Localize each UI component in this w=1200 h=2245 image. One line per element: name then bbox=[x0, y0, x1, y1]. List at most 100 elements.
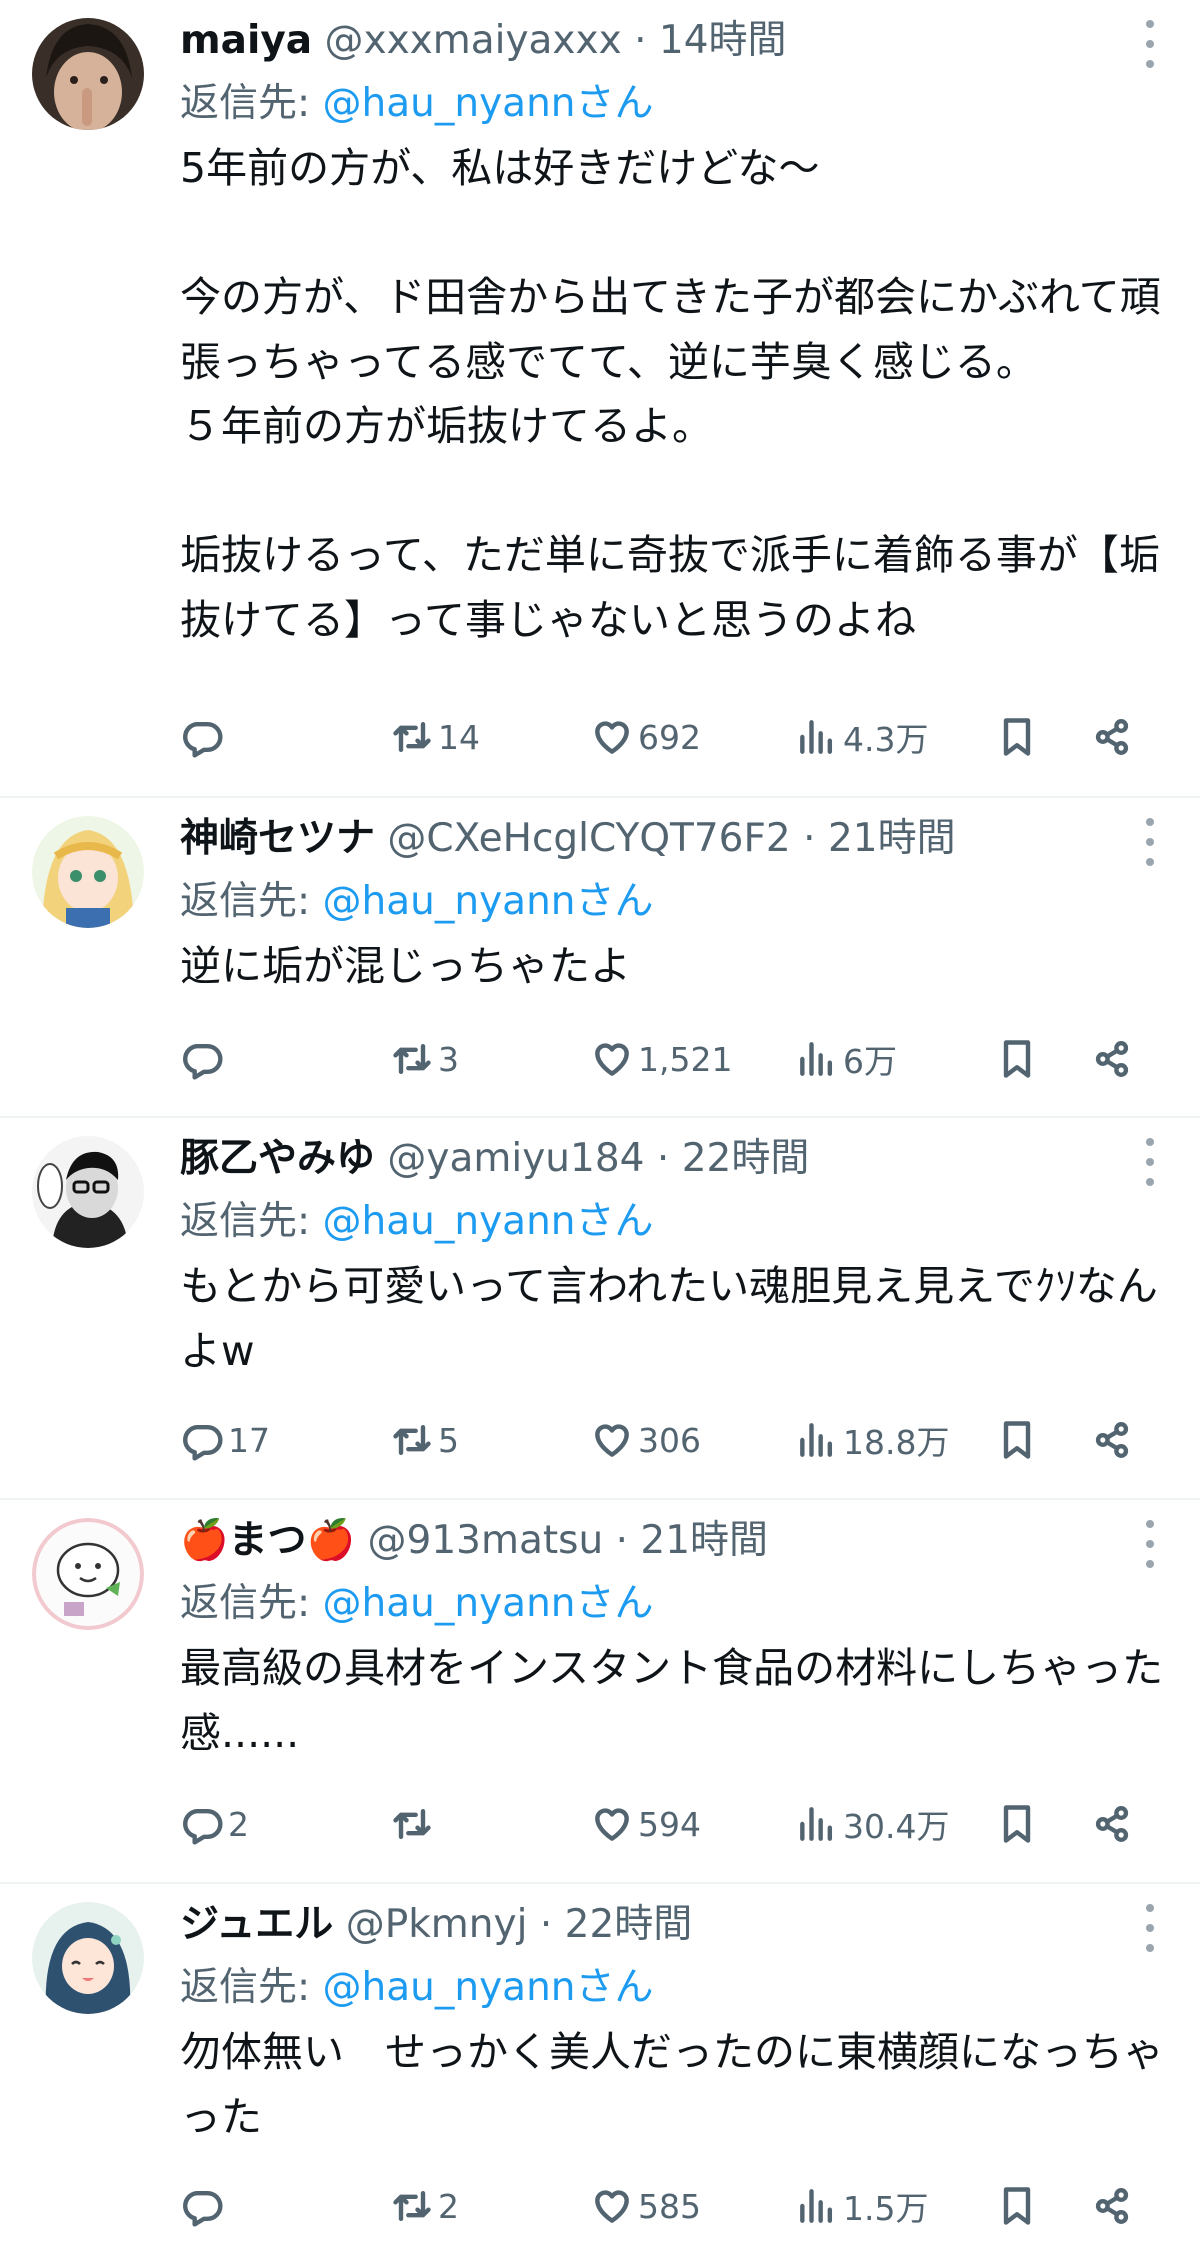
like-button[interactable]: 594 bbox=[590, 1794, 701, 1854]
bookmark-button[interactable] bbox=[995, 707, 1039, 767]
reply-to-link[interactable]: @hau_nyannさん bbox=[323, 1581, 654, 1626]
action-bar: 2 594 30.4万 bbox=[180, 1794, 1150, 1854]
views-button[interactable]: 18.8万 bbox=[795, 1410, 949, 1470]
tweet-header: 🍎まつ🍎 @913matsu · 21時間 bbox=[180, 1510, 768, 1572]
reply-tweet[interactable]: 豚乙やみゆ @yamiyu184 · 22時間 返信先: @hau_nyannさ… bbox=[0, 1118, 1200, 1500]
views-button[interactable]: 1.5万 bbox=[795, 2176, 928, 2236]
avatar-image bbox=[32, 816, 144, 928]
retweet-arrows-icon bbox=[393, 2190, 431, 2222]
views-button[interactable]: 6万 bbox=[795, 1029, 897, 1089]
retweet-count: 5 bbox=[438, 1420, 459, 1460]
reply-to-link[interactable]: @hau_nyannさん bbox=[323, 1965, 654, 2010]
avatar[interactable] bbox=[32, 1902, 144, 2014]
display-name[interactable]: 神崎セツナ bbox=[180, 816, 375, 861]
retweet-arrows-icon bbox=[393, 1424, 431, 1456]
view-count: 6万 bbox=[843, 1042, 897, 1081]
speech-bubble-icon bbox=[183, 1424, 223, 1461]
action-bar: 17 5 306 18.8万 bbox=[180, 1410, 1150, 1470]
retweet-button[interactable]: 5 bbox=[390, 1410, 459, 1470]
like-count: 692 bbox=[638, 717, 701, 757]
user-handle[interactable]: @913matsu bbox=[368, 1518, 604, 1563]
retweet-count: 2 bbox=[438, 2186, 459, 2226]
bookmark-button[interactable] bbox=[995, 2176, 1039, 2236]
heart-outline-icon bbox=[595, 2190, 629, 2223]
share-button[interactable] bbox=[1090, 1794, 1134, 1854]
retweet-button[interactable] bbox=[390, 1794, 438, 1854]
reply-to-link[interactable]: @hau_nyannさん bbox=[323, 1199, 654, 1244]
bar-chart-icon bbox=[800, 1042, 833, 1076]
speech-bubble-icon bbox=[183, 1808, 223, 1845]
share-button[interactable] bbox=[1090, 1410, 1134, 1470]
more-options-button[interactable] bbox=[1140, 818, 1160, 866]
view-count: 18.8万 bbox=[843, 1423, 950, 1462]
like-button[interactable]: 585 bbox=[590, 2176, 701, 2236]
bookmark-button[interactable] bbox=[995, 1029, 1039, 1089]
timestamp[interactable]: 22時間 bbox=[565, 1902, 693, 1947]
reply-tweet[interactable]: ジュエル @Pkmnyj · 22時間 返信先: @hau_nyannさん 勿体… bbox=[0, 1884, 1200, 2245]
share-button[interactable] bbox=[1090, 2176, 1134, 2236]
reply-tweet[interactable]: maiya @xxxmaiyaxxx · 14時間 返信先: @hau_nyan… bbox=[0, 0, 1200, 798]
user-handle[interactable]: @CXeHcglCYQT76F2 bbox=[387, 816, 790, 861]
heart-outline-icon bbox=[595, 1043, 629, 1076]
speech-bubble-icon bbox=[183, 1043, 223, 1080]
heart-outline-icon bbox=[595, 721, 629, 754]
like-button[interactable]: 692 bbox=[590, 707, 701, 767]
like-count: 306 bbox=[638, 1420, 701, 1460]
more-options-button[interactable] bbox=[1140, 1520, 1160, 1568]
more-options-button[interactable] bbox=[1140, 1904, 1160, 1952]
reply-button[interactable] bbox=[180, 2176, 228, 2236]
tweet-header: 神崎セツナ @CXeHcglCYQT76F2 · 21時間 bbox=[180, 808, 956, 870]
timestamp[interactable]: 21時間 bbox=[828, 816, 956, 861]
tweet-header: 豚乙やみゆ @yamiyu184 · 22時間 bbox=[180, 1128, 809, 1190]
display-name[interactable]: ジュエル bbox=[180, 1902, 333, 1947]
reply-to-line: 返信先: @hau_nyannさん bbox=[180, 1190, 654, 1254]
display-name[interactable]: 豚乙やみゆ bbox=[180, 1136, 375, 1181]
separator-dot: · bbox=[803, 816, 816, 861]
user-handle[interactable]: @Pkmnyj bbox=[346, 1902, 528, 1947]
reply-prefix: 返信先: bbox=[180, 1965, 323, 2010]
bookmark-button[interactable] bbox=[995, 1794, 1039, 1854]
timestamp[interactable]: 22時間 bbox=[682, 1136, 810, 1181]
reply-tweet[interactable]: 神崎セツナ @CXeHcglCYQT76F2 · 21時間 返信先: @hau_… bbox=[0, 798, 1200, 1118]
display-name[interactable]: 🍎まつ🍎 bbox=[180, 1518, 355, 1563]
views-button[interactable]: 4.3万 bbox=[795, 707, 928, 767]
retweet-button[interactable]: 2 bbox=[390, 2176, 459, 2236]
reply-button[interactable]: 2 bbox=[180, 1794, 249, 1854]
bar-chart-icon bbox=[800, 1807, 833, 1841]
avatar[interactable] bbox=[32, 18, 144, 130]
share-button[interactable] bbox=[1090, 707, 1134, 767]
avatar[interactable] bbox=[32, 1136, 144, 1248]
separator-dot: · bbox=[539, 1902, 553, 1947]
more-options-button[interactable] bbox=[1140, 1138, 1160, 1186]
view-count: 4.3万 bbox=[843, 720, 929, 759]
reply-button[interactable] bbox=[180, 1029, 228, 1089]
reply-button[interactable] bbox=[180, 707, 228, 767]
reply-to-link[interactable]: @hau_nyannさん bbox=[323, 81, 654, 126]
retweet-button[interactable]: 3 bbox=[390, 1029, 459, 1089]
user-handle[interactable]: @xxxmaiyaxxx bbox=[324, 18, 621, 63]
bookmark-button[interactable] bbox=[995, 1410, 1039, 1470]
more-options-button[interactable] bbox=[1140, 20, 1160, 68]
like-button[interactable]: 306 bbox=[590, 1410, 701, 1470]
display-name[interactable]: maiya bbox=[180, 18, 312, 63]
reply-tweet[interactable]: 🍎まつ🍎 @913matsu · 21時間 返信先: @hau_nyannさん … bbox=[0, 1500, 1200, 1884]
share-nodes-icon bbox=[1095, 1422, 1129, 1458]
timestamp[interactable]: 21時間 bbox=[640, 1518, 768, 1563]
bookmark-icon bbox=[1003, 1421, 1031, 1459]
view-count: 1.5万 bbox=[843, 2189, 929, 2228]
avatar-image bbox=[32, 1518, 144, 1630]
timestamp[interactable]: 14時間 bbox=[659, 18, 787, 63]
views-button[interactable]: 30.4万 bbox=[795, 1794, 949, 1854]
like-button[interactable]: 1,521 bbox=[590, 1029, 732, 1089]
bookmark-icon bbox=[1003, 718, 1031, 756]
bar-chart-icon bbox=[800, 1423, 833, 1457]
avatar-image bbox=[32, 1136, 144, 1248]
user-handle[interactable]: @yamiyu184 bbox=[387, 1136, 644, 1181]
retweet-button[interactable]: 14 bbox=[390, 707, 480, 767]
share-button[interactable] bbox=[1090, 1029, 1134, 1089]
reply-button[interactable]: 17 bbox=[180, 1410, 270, 1470]
reply-to-link[interactable]: @hau_nyannさん bbox=[323, 879, 654, 924]
bar-chart-icon bbox=[800, 720, 833, 754]
avatar[interactable] bbox=[32, 1518, 144, 1630]
avatar[interactable] bbox=[32, 816, 144, 928]
